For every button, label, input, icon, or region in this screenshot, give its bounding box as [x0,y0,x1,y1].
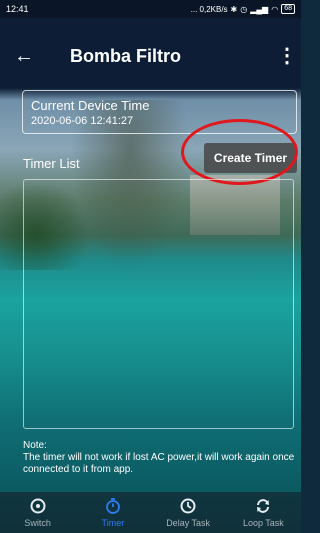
battery-icon: 68 [281,4,295,14]
stopwatch-icon [104,497,122,515]
loop-icon [254,497,272,515]
nav-item-delay-task[interactable]: Delay Task [151,492,226,533]
nav-item-label: Loop Task [242,518,284,528]
status-bar: 12:41 ... 0,2KB/s ✱ ◷ ▂▄▆ ◠ 68 [0,0,301,18]
alarm-icon: ◷ [240,4,248,14]
network-speed: ... 0,2KB/s [190,4,228,14]
highlight-ring [181,119,298,185]
app-header: ← Bomba Filtro ⋮ [0,18,301,88]
clock-icon [179,497,197,515]
more-menu-icon[interactable]: ⋮ [277,44,297,68]
note-title: Note: [23,440,47,451]
note-block: Note: The timer will not work if lost AC… [23,440,295,476]
nav-item-switch[interactable]: Switch [0,492,75,533]
nav-item-label: Switch [24,518,51,528]
device-time-label: Current Device Time [31,98,150,113]
nav-item-loop-task[interactable]: Loop Task [226,492,301,533]
signal-icon: ▂▄▆ [250,4,269,14]
note-text: The timer will not work if lost AC power… [23,452,295,475]
nav-item-label: Timer [101,518,125,528]
nav-item-label: Delay Task [166,518,211,528]
nav-item-timer[interactable]: Timer [75,492,150,533]
timer-list-label: Timer List [23,156,80,171]
status-time: 12:41 [6,4,29,14]
page-title: Bomba Filtro [70,46,181,66]
timer-list-panel[interactable] [23,179,294,429]
bluetooth-icon: ✱ [230,4,238,14]
power-icon [29,497,47,515]
back-arrow-icon[interactable]: ← [14,44,38,68]
status-indicators: ... 0,2KB/s ✱ ◷ ▂▄▆ ◠ 68 [191,4,295,14]
wifi-icon: ◠ [271,4,279,14]
bottom-nav: Switch Timer Delay Task Loop Task [0,492,301,533]
